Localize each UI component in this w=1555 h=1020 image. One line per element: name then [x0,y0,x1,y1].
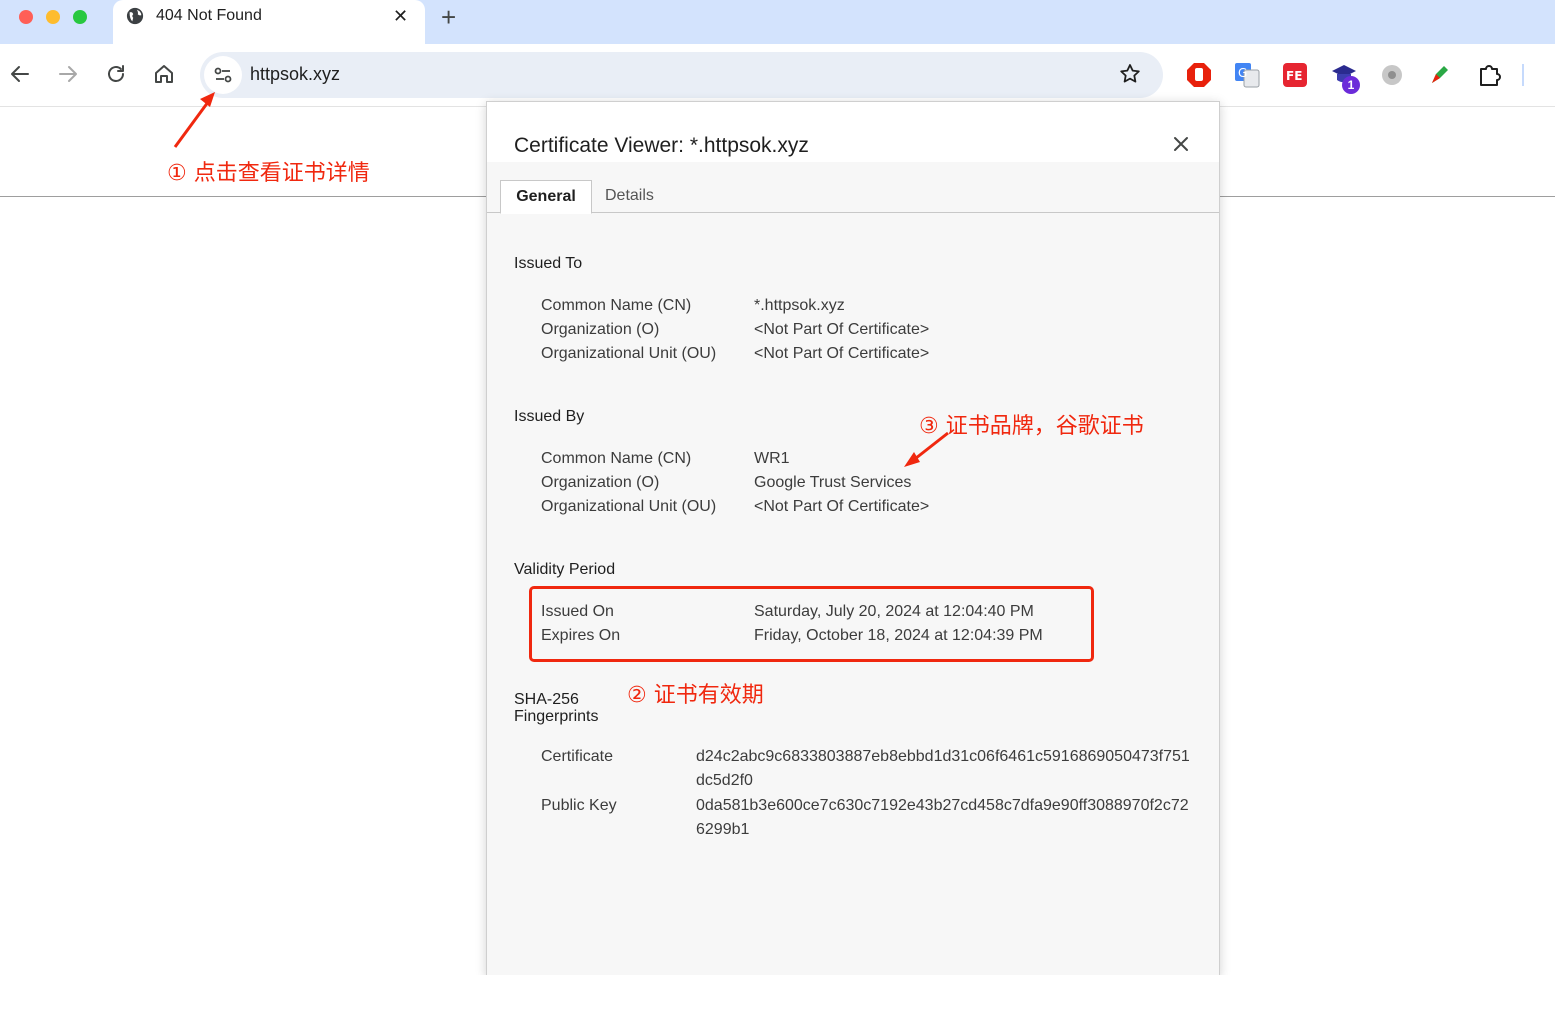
reload-icon[interactable] [104,62,128,86]
validity-highlight-box [529,586,1094,662]
field-label: Organizational Unit (OU) [541,498,717,515]
field-value: *.httpsok.xyz [754,297,845,314]
new-tab-button[interactable]: + [441,3,456,31]
extension-badge: 1 [1342,76,1360,94]
field-value: WR1 [754,450,790,467]
toolbar-separator [1522,64,1524,86]
annotation-step-2: ② 证书有效期 [627,683,764,708]
stop-sign-icon[interactable] [1186,62,1212,88]
puzzle-piece-icon[interactable] [1476,62,1502,88]
fingerprint-value: d24c2abc9c6833803887eb8ebbd1d31c06f6461c… [696,748,1190,789]
globe-icon [126,7,144,25]
address-bar[interactable]: httpsok.xyz [200,52,1163,98]
url-text[interactable]: httpsok.xyz [250,64,340,85]
fingerprints-heading: SHA-256 Fingerprints [514,691,599,725]
bookmark-star-icon[interactable] [1118,62,1142,86]
certificate-viewer-dialog: Certificate Viewer: *.httpsok.xyz Genera… [486,101,1220,977]
home-icon[interactable] [152,62,176,86]
colorful-pen-icon[interactable] [1427,62,1453,88]
forward-arrow-icon[interactable] [56,62,80,86]
gray-flower-icon[interactable] [1379,62,1405,88]
translate-icon[interactable]: G [1234,62,1260,88]
field-label: Organization (O) [541,474,660,491]
window-maximize-button[interactable] [73,10,87,24]
field-value: Google Trust Services [754,474,912,491]
site-info-button[interactable] [204,56,242,94]
browser-toolbar: httpsok.xyz G FE 1 [0,44,1555,107]
fingerprint-value: 0da581b3e600ce7c630c7192e43b27cd458c7dfa… [696,797,1189,838]
fe-helper-icon[interactable]: FE [1282,62,1308,88]
back-arrow-icon[interactable] [8,62,32,86]
svg-text:G: G [1238,66,1247,80]
window-minimize-button[interactable] [46,10,60,24]
field-value: <Not Part Of Certificate> [754,498,930,515]
tab-close-icon[interactable]: ✕ [393,6,408,26]
field-label: Organizational Unit (OU) [541,345,717,362]
field-label: Common Name (CN) [541,450,692,467]
issued-to-heading: Issued To [514,255,583,272]
tab-general[interactable]: General [500,180,592,214]
field-value: <Not Part Of Certificate> [754,345,930,362]
annotation-step-1: ① 点击查看证书详情 [167,161,370,186]
tune-icon [214,67,232,83]
tab-details[interactable]: Details [605,180,654,212]
annotation-step-3: ③ 证书品牌，谷歌证书 [919,414,1144,439]
tab-title: 404 Not Found [156,7,262,24]
field-label: Common Name (CN) [541,297,692,314]
browser-tab[interactable]: 404 Not Found ✕ [113,0,425,44]
tab-strip: 404 Not Found ✕ + [0,0,1555,44]
field-label: Organization (O) [541,321,660,338]
field-label: Public Key [541,797,617,814]
window-close-button[interactable] [19,10,33,24]
field-label: Certificate [541,748,614,765]
field-value: <Not Part Of Certificate> [754,321,930,338]
validity-heading: Validity Period [514,561,616,578]
svg-text:FE: FE [1286,69,1302,83]
issued-by-heading: Issued By [514,408,585,425]
page-bottom [0,975,1555,1020]
dialog-title: Certificate Viewer: *.httpsok.xyz [514,134,809,157]
certificate-tabs: General Details [487,180,1219,214]
close-icon[interactable] [1169,132,1193,156]
